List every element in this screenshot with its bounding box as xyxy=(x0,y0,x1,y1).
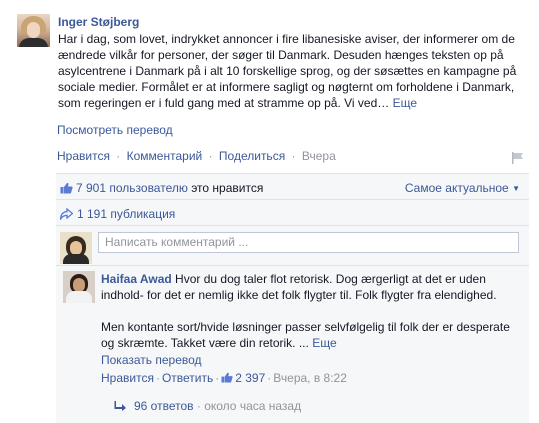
comment-actions: Нравится · Ответить · 2 397 · Вчера, в 8:22 xyxy=(101,371,347,385)
post-translate-link[interactable]: Посмотреть перевод xyxy=(57,123,173,137)
comment-reply-button[interactable]: Ответить xyxy=(162,371,213,385)
comment-time[interactable]: Вчера, в 8:22 xyxy=(273,371,347,385)
share-button[interactable]: Поделиться xyxy=(219,149,285,163)
separator: · xyxy=(215,371,220,385)
current-user-avatar xyxy=(60,232,92,264)
shares-count-link[interactable]: 1 191 публикация xyxy=(77,207,175,221)
likes-count-link[interactable]: 7 901 пользователю xyxy=(76,181,188,195)
comment-para-1: Haifaa Awad Hvor du dog taler flot retor… xyxy=(101,271,521,303)
reply-arrow-icon xyxy=(114,401,126,411)
comment-author-name[interactable]: Haifaa Awad xyxy=(101,272,172,286)
sort-label: Самое актуальное xyxy=(404,181,509,195)
comment-sort-dropdown[interactable]: Самое актуальное ▼ xyxy=(405,181,520,195)
replies-time: около часа назад xyxy=(204,399,302,413)
flag-icon[interactable] xyxy=(511,151,525,165)
post-time[interactable]: Вчера xyxy=(302,149,336,163)
post-text: Har i dag, som lovet, indrykket annoncer… xyxy=(58,31,528,111)
commenter-avatar[interactable] xyxy=(63,271,95,303)
separator: · xyxy=(208,149,213,163)
separator: · xyxy=(155,371,160,385)
comment-body: Haifaa Awad Hvor du dog taler flot retor… xyxy=(101,271,521,351)
comment-more-link[interactable]: Еще xyxy=(312,336,336,350)
separator: · xyxy=(196,399,201,413)
post-author-name[interactable]: Inger Støjberg xyxy=(58,15,139,29)
comment-likes-count: 2 397 xyxy=(235,371,266,385)
divider xyxy=(56,225,529,226)
post-more-link[interactable]: Еще xyxy=(393,96,417,110)
divider xyxy=(56,199,529,200)
comment-like-button[interactable]: Нравится xyxy=(101,371,154,385)
separator: · xyxy=(291,149,296,163)
separator: · xyxy=(116,149,121,163)
replies-link[interactable]: 96 ответов · около часа назад xyxy=(114,399,301,413)
comment-button[interactable]: Комментарий xyxy=(127,149,203,163)
comment-translate-link[interactable]: Показать перевод xyxy=(101,353,202,367)
post-actions: Нравится · Комментарий · Поделиться · Вч… xyxy=(57,149,336,163)
likes-summary: 7 901 пользователю это нравится Самое ак… xyxy=(60,181,524,195)
thumbs-up-icon xyxy=(221,372,233,383)
divider xyxy=(56,265,529,266)
share-icon xyxy=(60,208,73,220)
shares-summary[interactable]: 1 191 публикация xyxy=(60,207,175,221)
comment-text-2: Men kontante sort/hvide løsninger passer… xyxy=(101,320,510,350)
like-button[interactable]: Нравится xyxy=(57,149,110,163)
comment-likes[interactable]: 2 397 xyxy=(221,371,265,385)
replies-count[interactable]: 96 ответов xyxy=(134,399,194,413)
likes-suffix: это нравится xyxy=(187,181,264,195)
post-body: Har i dag, som lovet, indrykket annoncer… xyxy=(58,32,517,110)
comments-panel: 7 901 пользователю это нравится Самое ак… xyxy=(56,173,529,423)
comment-para-2: Men kontante sort/hvide løsninger passer… xyxy=(101,319,521,351)
thumbs-up-icon xyxy=(60,182,73,194)
author-avatar[interactable] xyxy=(17,14,50,47)
comment-input[interactable]: Написать комментарий ... xyxy=(98,232,519,253)
separator: · xyxy=(267,371,272,385)
chevron-down-icon: ▼ xyxy=(512,184,520,193)
